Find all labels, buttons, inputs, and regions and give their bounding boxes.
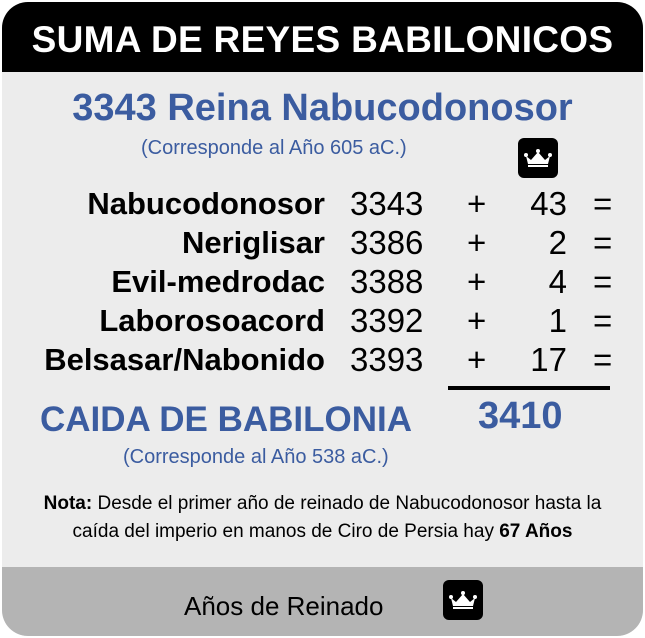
equals-sign: = bbox=[593, 224, 613, 261]
reign-years: 2 bbox=[548, 224, 567, 261]
equals-sign: = bbox=[593, 302, 613, 339]
crown-icon bbox=[518, 138, 558, 178]
start-year: 3392 bbox=[350, 302, 424, 339]
start-year: 3388 bbox=[350, 263, 424, 300]
crown-glyph bbox=[524, 149, 552, 167]
reign-years: 17 bbox=[530, 341, 567, 378]
plus-sign: + bbox=[467, 341, 487, 378]
start-year: 3386 bbox=[350, 224, 424, 261]
king-name: Neriglisar bbox=[181, 225, 325, 260]
kings-sum-card: SUMA DE REYES BABILONICOS 3343 Reina Nab… bbox=[2, 2, 643, 636]
footnote-emphasis: 67 Años bbox=[499, 521, 573, 542]
reign-row: Belsasar/Nabonido 3393 + 17 = bbox=[2, 340, 643, 380]
legend-label: Años de Reinado bbox=[184, 591, 384, 621]
total-year: 3410 bbox=[478, 395, 563, 437]
crown-glyph bbox=[449, 591, 477, 609]
equals-sign: = bbox=[593, 185, 613, 222]
starting-year-note: (Corresponde al Año 605 aC.) bbox=[141, 137, 407, 159]
reign-years: 4 bbox=[548, 263, 567, 300]
reign-row: Nabucodonosor 3343 + 43 = bbox=[2, 184, 643, 224]
king-name: Evil-medrodac bbox=[111, 264, 325, 299]
reign-years: 43 bbox=[530, 185, 567, 222]
footnote-label: Nota: bbox=[43, 493, 93, 514]
reign-row: Laborosoacord 3392 + 1 = bbox=[2, 301, 643, 341]
sum-divider bbox=[448, 386, 610, 390]
footnote: Nota: Desde el primer año de reinado de … bbox=[22, 490, 623, 546]
plus-sign: + bbox=[467, 302, 487, 339]
reign-row: Evil-medrodac 3388 + 4 = bbox=[2, 262, 643, 302]
crown-icon bbox=[443, 580, 483, 620]
reign-row: Neriglisar 3386 + 2 = bbox=[2, 223, 643, 263]
plus-sign: + bbox=[467, 263, 487, 300]
start-year: 3393 bbox=[350, 341, 424, 378]
reign-years: 1 bbox=[548, 302, 567, 339]
plus-sign: + bbox=[467, 224, 487, 261]
king-name: Nabucodonosor bbox=[87, 186, 325, 221]
starting-reign-title: 3343 Reina Nabucodonosor bbox=[72, 87, 573, 129]
start-year: 3343 bbox=[350, 185, 424, 222]
fall-year-note: (Corresponde al Año 538 aC.) bbox=[123, 446, 389, 468]
fall-title: CAIDA DE BABILONIA bbox=[40, 400, 413, 439]
equals-sign: = bbox=[593, 263, 613, 300]
plus-sign: + bbox=[467, 185, 487, 222]
king-name: Belsasar/Nabonido bbox=[44, 342, 325, 377]
page-title: SUMA DE REYES BABILONICOS bbox=[2, 2, 643, 72]
king-name: Laborosoacord bbox=[99, 303, 325, 338]
equals-sign: = bbox=[593, 341, 613, 378]
